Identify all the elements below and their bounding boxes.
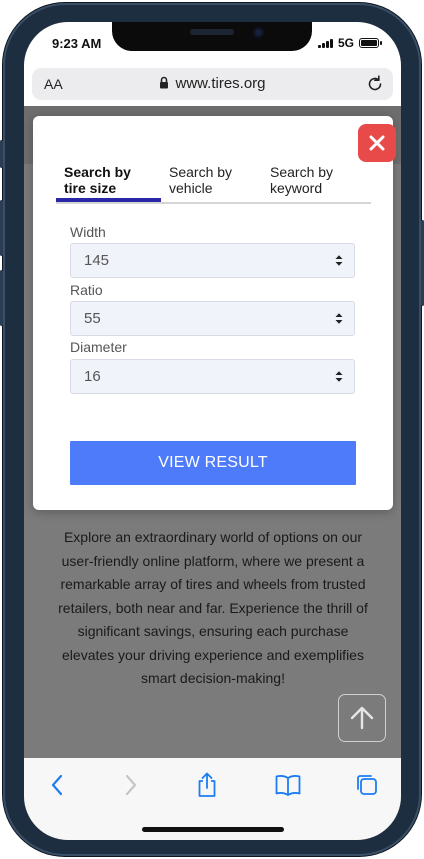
tabs-button[interactable] [352,770,382,800]
battery-icon [359,38,382,48]
tab-keyword[interactable]: Search by keyword [262,164,372,202]
notch [112,22,312,51]
signal-icon [317,38,333,48]
diameter-value: 16 [84,368,101,385]
tab-label: Search by tire size [64,164,131,196]
tire-search-modal: Search by tire size Search by vehicle Se… [33,116,396,510]
select-arrows-icon [335,371,343,382]
width-label: Width [70,224,106,240]
side-button-mute [0,140,3,168]
search-tabs: Search by tire size Search by vehicle Se… [56,164,371,204]
share-icon [198,772,216,797]
speaker-grille [190,29,234,35]
chevron-left-icon [51,774,63,796]
tab-vehicle[interactable]: Search by vehicle [161,164,261,202]
view-result-button[interactable]: VIEW RESULT [70,441,356,485]
share-button[interactable] [192,770,222,800]
select-arrows-icon [335,313,343,324]
chevron-right-icon [125,774,137,796]
browser-address-area: AA www.tires.org [24,66,401,106]
web-page: Search by tire size Search by vehicle Se… [24,106,401,758]
status-indicators: 5G [317,36,382,50]
scroll-to-top-button[interactable] [338,694,386,742]
bookmarks-button[interactable] [273,770,303,800]
url-text: www.tires.org [175,75,266,92]
ratio-value: 55 [84,310,101,327]
network-type: 5G [337,36,354,50]
tab-tire-size[interactable]: Search by tire size [56,164,161,202]
ratio-label: Ratio [70,282,103,298]
tab-label: Search by vehicle [169,164,233,196]
phone-screen: 9:23 AM 5G AA www.tires.org Search by ti… [24,22,401,840]
width-select[interactable]: 145 [70,243,355,278]
book-icon [275,775,301,796]
home-indicator [142,827,284,832]
select-arrows-icon [335,255,343,266]
camera-icon [253,27,264,38]
tabs-icon [357,775,377,795]
close-icon [369,135,385,151]
url-display[interactable]: www.tires.org [32,75,393,92]
browser-toolbar [24,758,401,840]
intro-paragraph: Explore an extraordinary world of option… [58,529,368,686]
ratio-select[interactable]: 55 [70,301,355,336]
tab-label: Search by keyword [270,164,334,196]
forward-button[interactable] [116,770,146,800]
address-bar[interactable]: AA www.tires.org [32,68,393,100]
close-button[interactable] [358,124,396,162]
lock-icon [160,76,169,89]
view-result-label: VIEW RESULT [158,454,268,471]
side-button-volume-up [0,200,3,256]
reload-button[interactable] [365,74,385,98]
back-button[interactable] [42,770,72,800]
diameter-label: Diameter [70,339,127,355]
width-value: 145 [84,252,110,269]
diameter-select[interactable]: 16 [70,359,355,394]
arrow-up-icon [350,706,374,730]
status-time: 9:23 AM [52,36,102,51]
side-button-volume-down [0,270,3,326]
reload-icon [368,75,382,91]
